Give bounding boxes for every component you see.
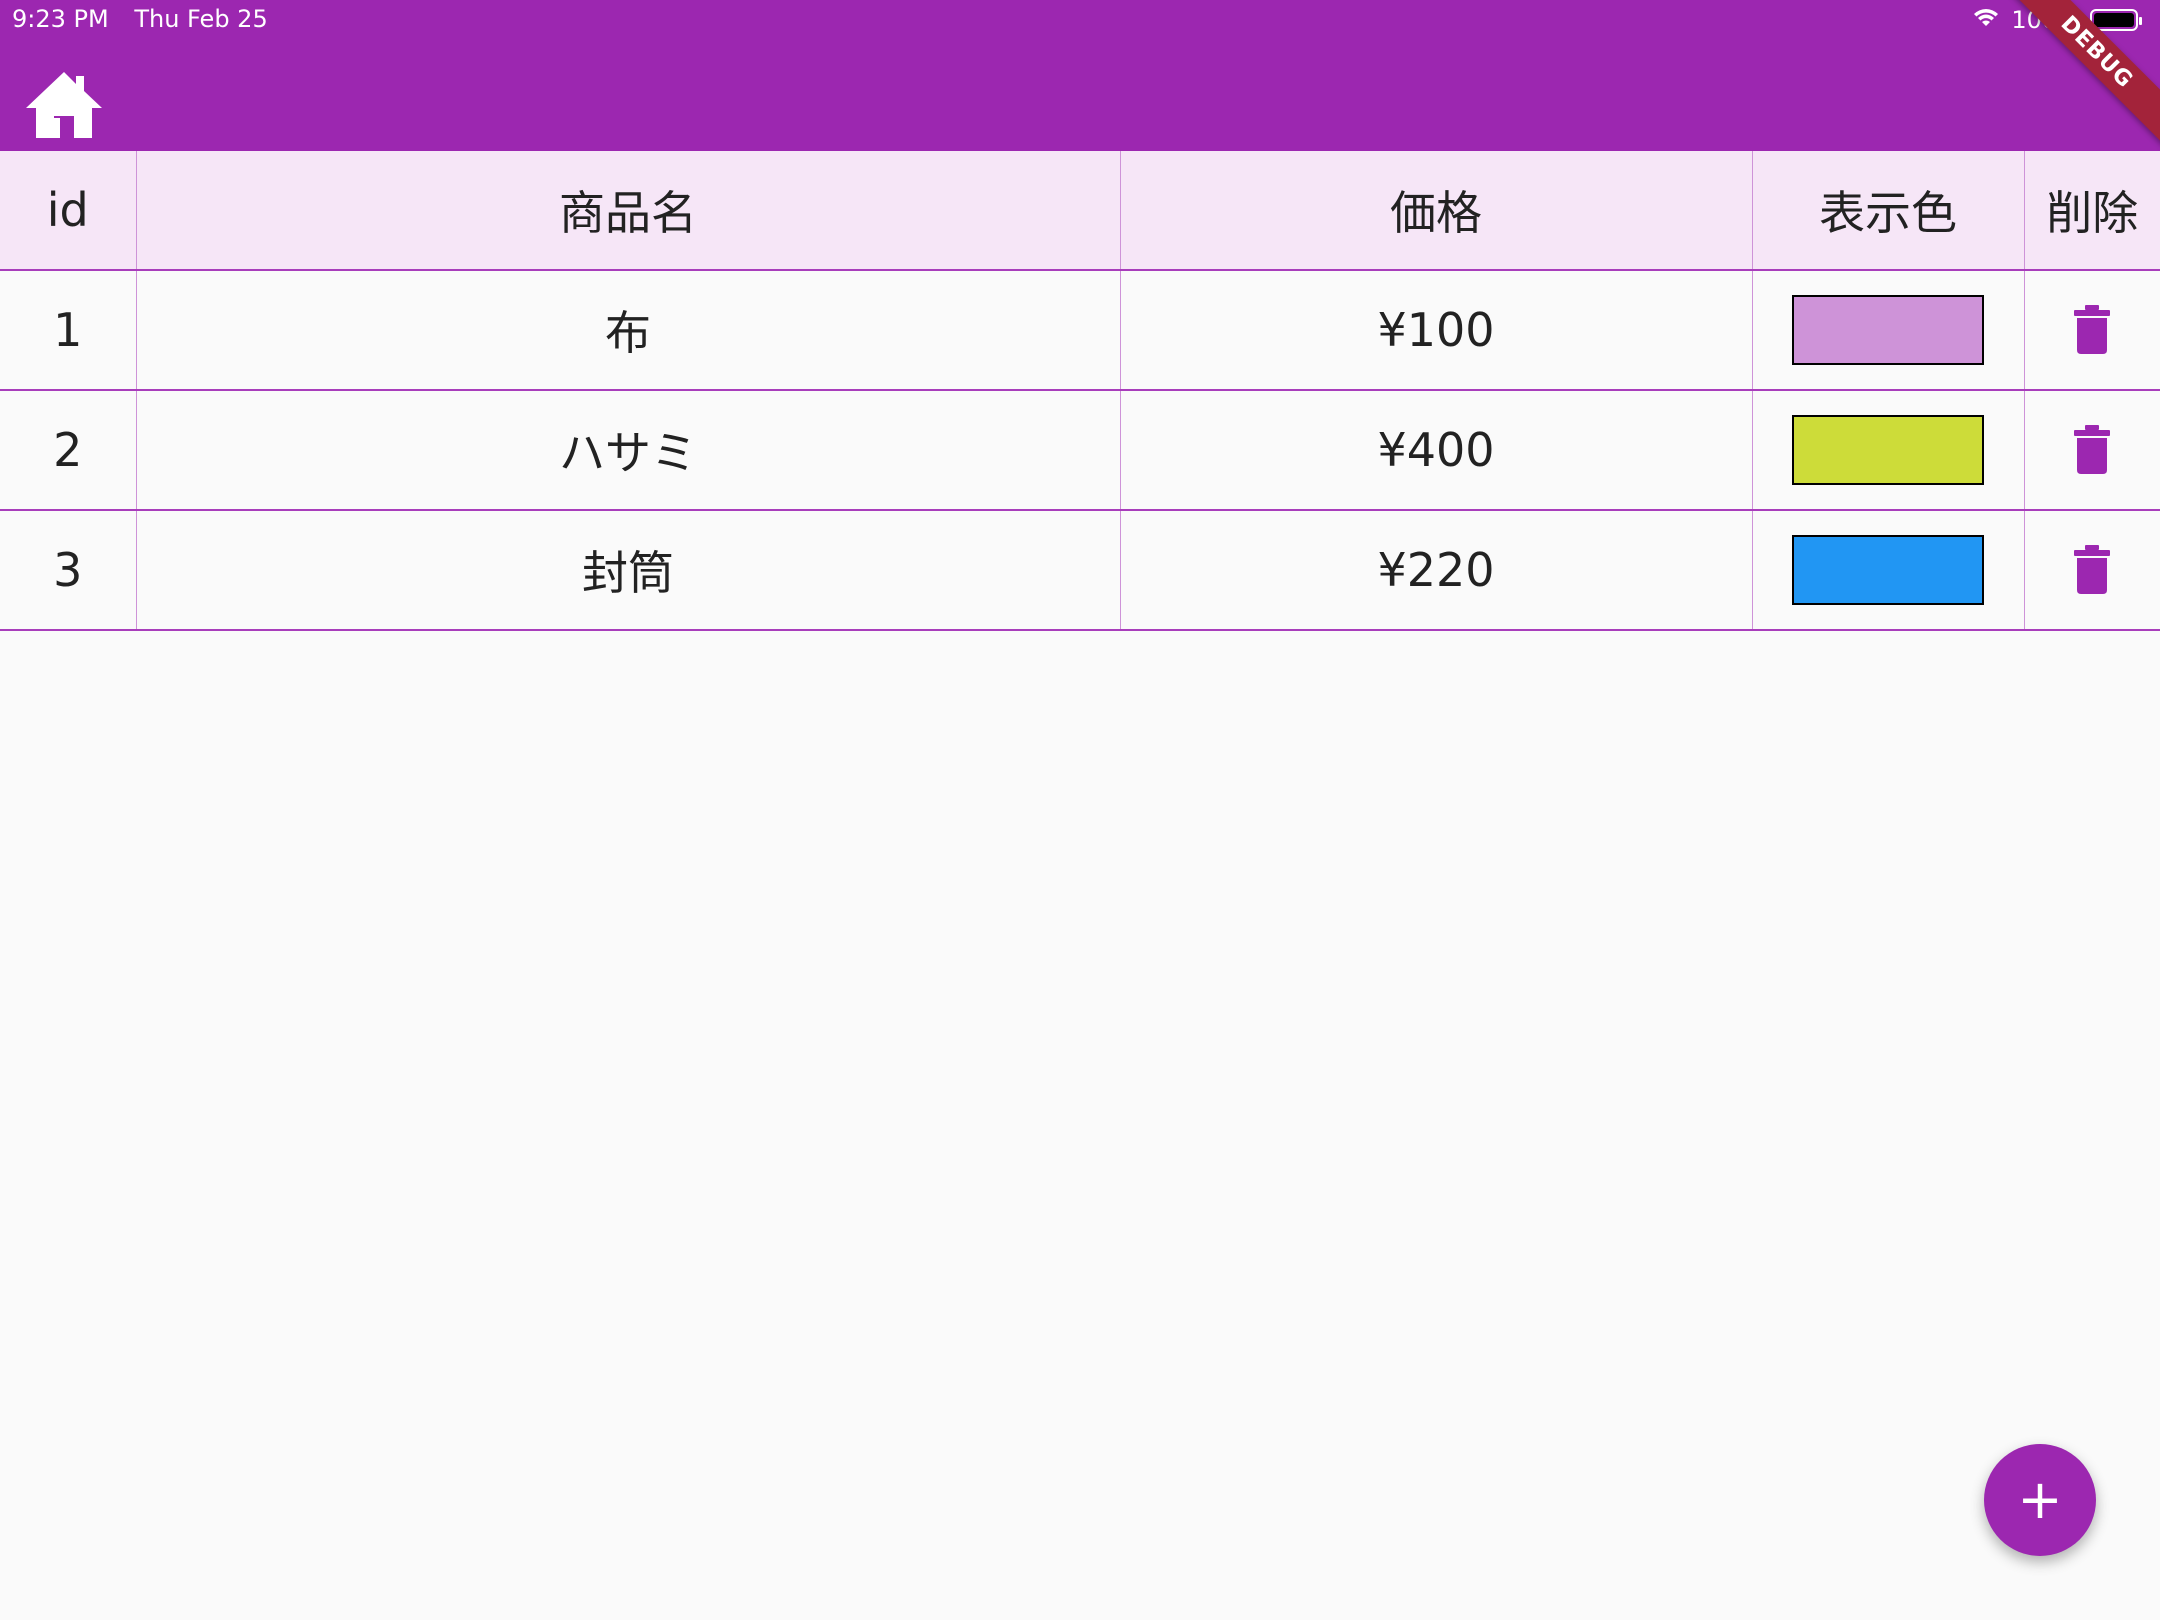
cell-color [1752, 270, 2025, 390]
cell-id: 1 [0, 270, 137, 390]
product-table: id 商品名 価格 表示色 削除 1 布 ¥100 2 ハサミ ¥400 3 封… [0, 151, 2160, 631]
home-icon [26, 72, 102, 138]
header-id[interactable]: id [0, 151, 137, 270]
status-time: 9:23 PM [12, 5, 109, 33]
header-product-name[interactable]: 商品名 [136, 151, 1121, 270]
cell-color [1752, 390, 2025, 510]
add-icon: + [2017, 1468, 2063, 1531]
cell-product-name: 布 [136, 270, 1121, 390]
status-bar-left: 9:23 PM Thu Feb 25 [12, 5, 286, 35]
cell-product-name: ハサミ [136, 390, 1121, 510]
table-row[interactable]: 3 封筒 ¥220 [0, 510, 2160, 630]
color-swatch [1792, 295, 1984, 365]
cell-delete [2024, 270, 2160, 390]
delete-button[interactable] [2057, 415, 2127, 485]
app-screen: 9:23 PM Thu Feb 25 100% DEBU [0, 0, 2160, 1620]
cell-id: 3 [0, 510, 137, 630]
delete-button[interactable] [2057, 535, 2127, 605]
add-item-fab[interactable]: + [1984, 1444, 2096, 1556]
cell-delete [2024, 510, 2160, 630]
cell-id: 2 [0, 390, 137, 510]
header-delete[interactable]: 削除 [2024, 151, 2160, 270]
cell-product-name: 封筒 [136, 510, 1121, 630]
trash-icon [2074, 544, 2111, 594]
cell-delete [2024, 390, 2160, 510]
trash-icon [2074, 424, 2111, 474]
wifi-icon [1971, 6, 2001, 34]
header-price[interactable]: 価格 [1120, 151, 1753, 270]
status-date: Thu Feb 25 [134, 5, 268, 33]
color-swatch [1792, 535, 1984, 605]
delete-button[interactable] [2057, 295, 2127, 365]
app-bar: 9:23 PM Thu Feb 25 100% DEBU [0, 0, 2160, 151]
cell-price: ¥220 [1120, 510, 1753, 630]
table-row[interactable]: 2 ハサミ ¥400 [0, 390, 2160, 510]
home-button[interactable] [20, 64, 108, 144]
table-header-row: id 商品名 価格 表示色 削除 [0, 151, 2160, 270]
cell-color [1752, 510, 2025, 630]
table-row[interactable]: 1 布 ¥100 [0, 270, 2160, 390]
color-swatch [1792, 415, 1984, 485]
cell-price: ¥400 [1120, 390, 1753, 510]
header-display-color[interactable]: 表示色 [1752, 151, 2025, 270]
trash-icon [2074, 304, 2111, 354]
cell-price: ¥100 [1120, 270, 1753, 390]
